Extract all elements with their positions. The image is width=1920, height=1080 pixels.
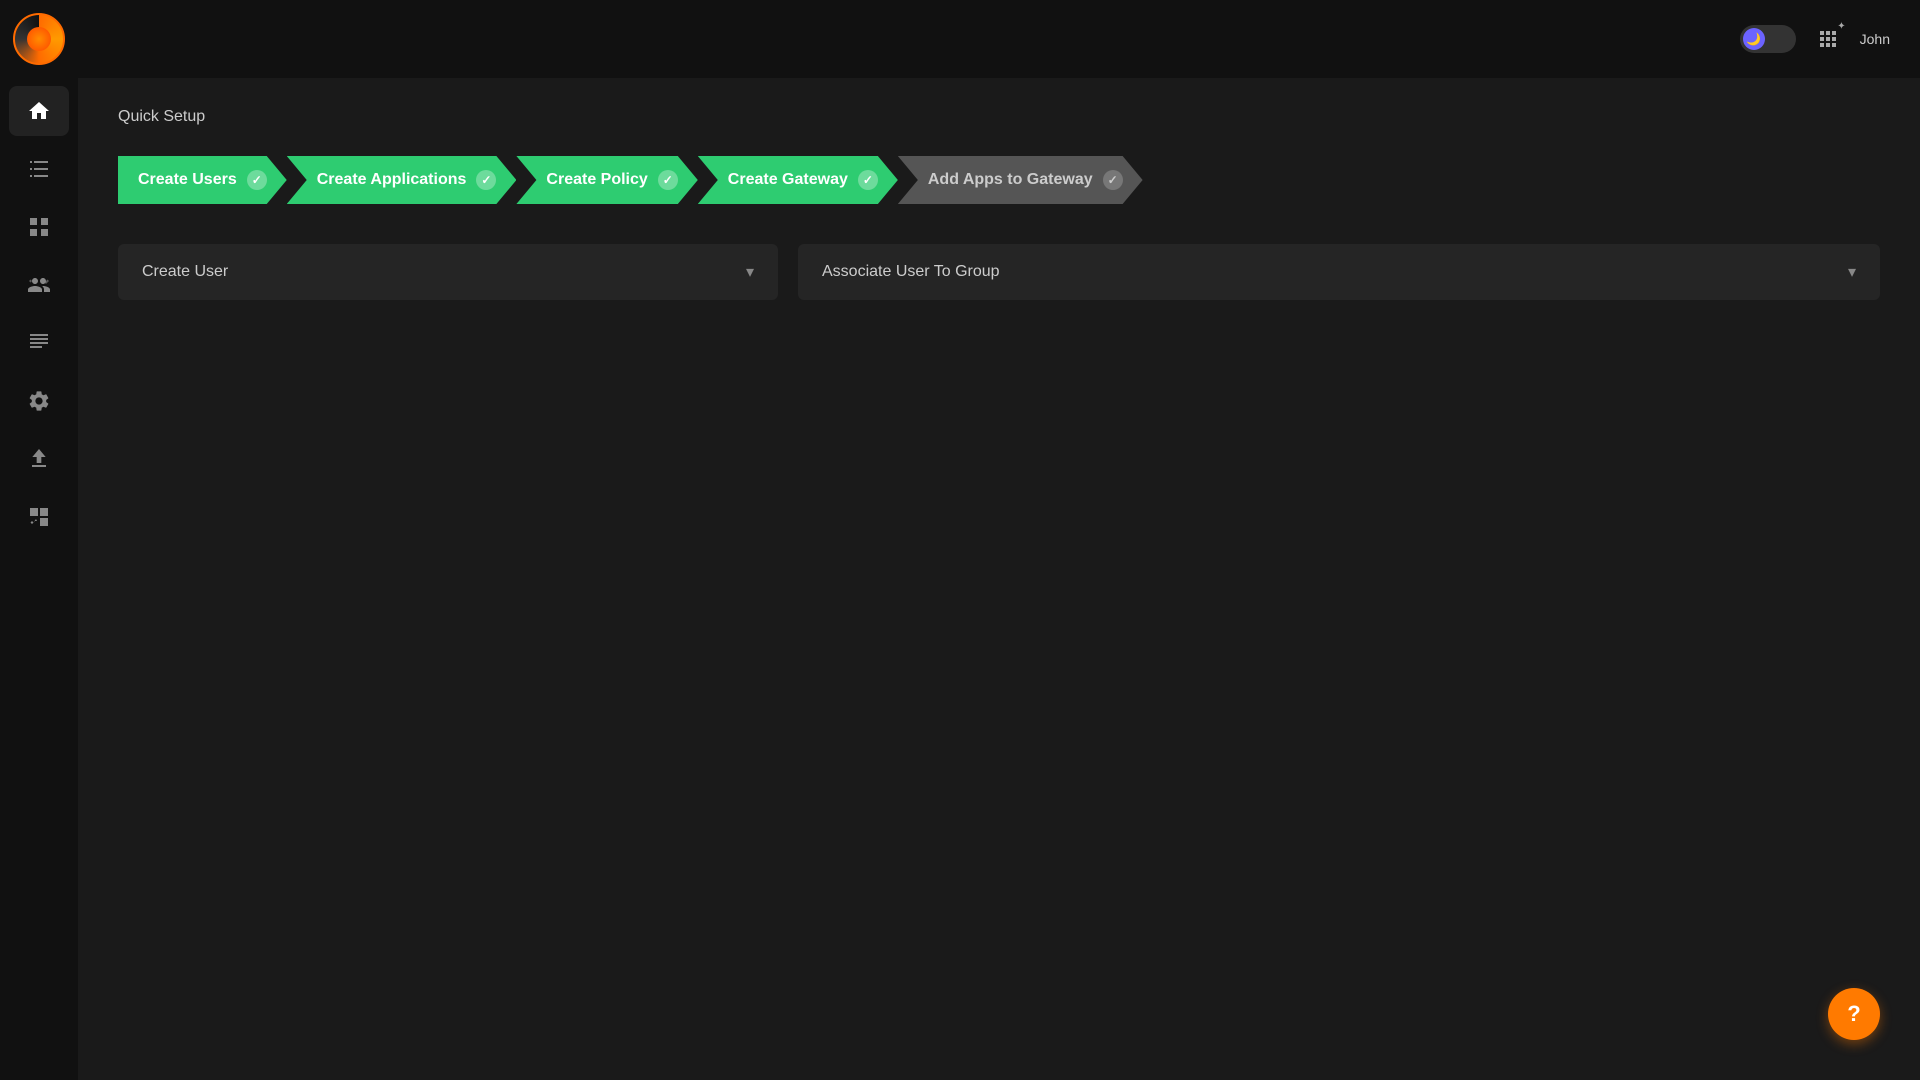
step-create-users[interactable]: Create Users ✓ <box>118 156 287 204</box>
sidebar-item-applications[interactable] <box>9 202 69 252</box>
step-create-gateway[interactable]: Create Gateway ✓ <box>698 156 898 204</box>
sidebar-item-home[interactable] <box>9 86 69 136</box>
reports-icon <box>27 331 51 355</box>
help-icon: ? <box>1847 1001 1860 1027</box>
associate-user-title: Associate User To Group <box>822 263 1000 281</box>
header: 🌙 ✦ John <box>78 0 1920 78</box>
create-user-title: Create User <box>142 263 228 281</box>
integrations-icon <box>27 505 51 529</box>
content-area: Quick Setup Create Users ✓ Create Applic… <box>78 78 1920 1080</box>
header-controls: 🌙 ✦ John <box>1740 25 1890 53</box>
step-check-icon: ✓ <box>858 170 878 190</box>
downloads-icon <box>27 447 51 471</box>
grid-header-icon <box>1816 27 1840 51</box>
step-check-icon: ✓ <box>658 170 678 190</box>
associate-user-chevron: ▾ <box>1848 262 1856 282</box>
step-add-apps-to-gateway[interactable]: Add Apps to Gateway ✓ <box>898 156 1143 204</box>
sidebar-item-users[interactable] <box>9 144 69 194</box>
associate-user-panel[interactable]: Associate User To Group ▾ <box>798 244 1880 300</box>
step-label: Create Policy <box>546 171 647 189</box>
sidebar-item-settings[interactable] <box>9 376 69 426</box>
grid-icon-header[interactable]: ✦ <box>1816 27 1840 51</box>
home-icon <box>27 99 51 123</box>
app-logo[interactable] <box>0 0 78 78</box>
user-management-icon <box>27 273 51 297</box>
sidebar-item-integrations[interactable] <box>9 492 69 542</box>
user-name: John <box>1860 31 1890 47</box>
grid-icon <box>27 215 51 239</box>
settings-icon <box>27 389 51 413</box>
steps-container: Create Users ✓ Create Applications ✓ Cre… <box>118 156 1880 204</box>
step-label: Create Gateway <box>728 171 848 189</box>
step-check-icon: ✓ <box>1103 170 1123 190</box>
sparkle-icon: ✦ <box>1837 21 1845 32</box>
step-label: Create Users <box>138 171 237 189</box>
sidebar-item-downloads[interactable] <box>9 434 69 484</box>
main-content: 🌙 ✦ John Quick Setup Create Users ✓ Crea… <box>78 0 1920 1080</box>
step-create-policy[interactable]: Create Policy ✓ <box>516 156 697 204</box>
step-label: Add Apps to Gateway <box>928 171 1093 189</box>
users-list-icon <box>27 157 51 181</box>
create-user-panel[interactable]: Create User ▾ <box>118 244 778 300</box>
sidebar <box>0 0 78 1080</box>
create-user-chevron: ▾ <box>746 262 754 282</box>
panels-row: Create User ▾ Associate User To Group ▾ <box>118 244 1880 300</box>
step-check-icon: ✓ <box>247 170 267 190</box>
sidebar-nav <box>0 86 78 542</box>
page-title: Quick Setup <box>118 108 1880 126</box>
step-create-applications[interactable]: Create Applications ✓ <box>287 156 517 204</box>
step-check-icon: ✓ <box>476 170 496 190</box>
help-button[interactable]: ? <box>1828 988 1880 1040</box>
sidebar-item-user-management[interactable] <box>9 260 69 310</box>
sidebar-item-reports[interactable] <box>9 318 69 368</box>
dark-mode-toggle[interactable]: 🌙 <box>1740 25 1796 53</box>
toggle-knob: 🌙 <box>1743 28 1765 50</box>
step-label: Create Applications <box>317 171 467 189</box>
